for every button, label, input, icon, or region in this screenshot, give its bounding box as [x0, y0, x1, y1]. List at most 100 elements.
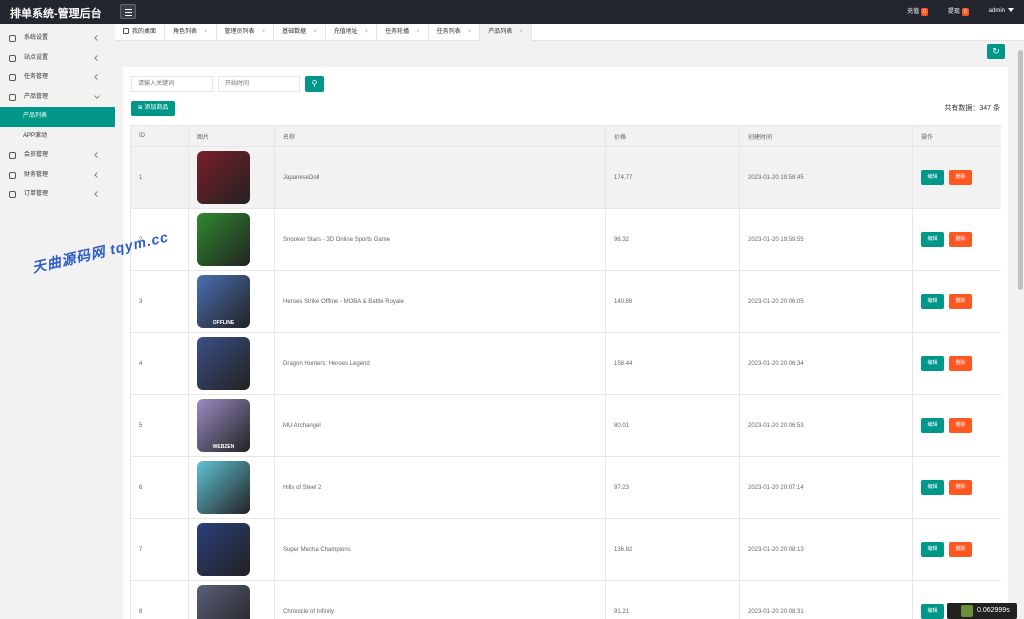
cell-actions: 编辑删除: [912, 456, 1001, 519]
add-product-button[interactable]: ⊕ 添加商品: [131, 101, 175, 116]
edit-button[interactable]: 编辑: [921, 604, 944, 619]
cell-image: OFFLINE: [188, 270, 275, 333]
sidebar-item-label: 订单管理: [24, 191, 49, 197]
delete-button[interactable]: 删除: [949, 480, 972, 495]
close-icon[interactable]: ×: [365, 29, 369, 35]
delete-button[interactable]: 删除: [949, 418, 972, 433]
keyword-input[interactable]: [131, 76, 213, 92]
cell-image: [188, 146, 275, 209]
sidebar: 系统设置 站点设置 任务管理 产品管理 产品列表 APP滚动 会员管理 财务管理…: [0, 24, 115, 619]
close-icon[interactable]: ×: [468, 29, 472, 35]
table-row: 2 Snooker Stars - 3D Online Sports Game 96…: [130, 208, 1001, 271]
edit-button[interactable]: 编辑: [921, 542, 944, 557]
search-button[interactable]: ⚲: [305, 76, 324, 92]
sidebar-item-product[interactable]: 产品管理: [0, 88, 115, 108]
top-bar: 排单系统-管理后台 充值 0 提现 0 admin: [0, 0, 1024, 24]
menu-toggle-button[interactable]: [120, 4, 136, 19]
product-thumbnail: [197, 461, 250, 514]
cell-name: Hills of Steel 2: [274, 456, 606, 519]
edit-button[interactable]: 编辑: [921, 418, 944, 433]
withdraw-link[interactable]: 提现 0: [948, 6, 969, 16]
app-title: 排单系统-管理后台: [10, 8, 102, 20]
cell-image: [188, 456, 275, 519]
delete-button[interactable]: 删除: [949, 294, 972, 309]
sidebar-item-site[interactable]: 站点设置: [0, 49, 115, 69]
sidebar-sub-product-list[interactable]: 产品列表: [0, 107, 115, 127]
recharge-label: 充值: [907, 9, 920, 15]
cell-created: 2023-01-20 19:59:55: [739, 208, 913, 271]
delete-button[interactable]: 删除: [949, 170, 972, 185]
cell-image: [188, 518, 275, 581]
table-header-row: ID 图片 名称 价格 创建时间 操作: [130, 125, 1001, 147]
table-row: 1 JapaneseDoll 174.77 2023-01-20 19:58:45 编辑…: [130, 146, 1001, 209]
cell-id: 3: [130, 270, 189, 333]
cell-price: 97.23: [605, 456, 740, 519]
table-row: 5 WEBZEN MU Archangel 80.01 2023-01-20 20:06…: [130, 394, 1001, 457]
finance-icon: [9, 171, 16, 179]
search-icon: ⚲: [311, 79, 318, 88]
tab-label: 管理员列表: [224, 29, 255, 35]
close-icon[interactable]: ×: [313, 29, 317, 35]
product-thumbnail: [197, 585, 250, 619]
tab-bar: 我的桌面 角色列表 × 管理员列表 × 基础数据 × 充值地址 × 任务轮播 × 任务列表…: [115, 24, 1024, 41]
chevron-left-icon: [94, 74, 100, 80]
tab-label: 角色列表: [173, 29, 198, 35]
sidebar-item-order[interactable]: 订单管理: [0, 185, 115, 205]
close-icon[interactable]: ×: [519, 29, 523, 35]
tab-desktop[interactable]: 我的桌面: [115, 24, 166, 41]
cell-created: 2023-01-20 20:08:31: [739, 580, 913, 619]
sidebar-item-system[interactable]: 系统设置: [0, 29, 115, 49]
site-icon: [9, 54, 16, 62]
cell-price: 140.86: [605, 270, 740, 333]
tab-label: 产品列表: [488, 29, 513, 35]
tab-admin-list[interactable]: 管理员列表 ×: [217, 24, 275, 41]
sidebar-item-label: 站点设置: [24, 54, 49, 61]
refresh-icon: ↻: [992, 46, 1000, 56]
table-row: 7 Super Mecha Champions 136.82 2023-01-20 2…: [130, 518, 1001, 581]
close-icon[interactable]: ×: [204, 29, 208, 35]
close-icon[interactable]: ×: [262, 29, 266, 35]
cell-price: 80.01: [605, 394, 740, 457]
cell-id: 7: [130, 518, 189, 581]
close-icon[interactable]: ×: [416, 29, 420, 35]
scrollbar-thumb[interactable]: [1018, 50, 1023, 290]
start-time-input[interactable]: [218, 76, 300, 92]
sidebar-sub-app-scroll[interactable]: APP滚动: [0, 127, 115, 147]
chevron-left-icon: [94, 191, 100, 197]
cell-id: 1: [130, 146, 189, 209]
edit-button[interactable]: 编辑: [921, 356, 944, 371]
edit-button[interactable]: 编辑: [921, 170, 944, 185]
sidebar-item-member[interactable]: 会员管理: [0, 146, 115, 166]
product-table: ID 图片 名称 价格 创建时间 操作 1 JapaneseDoll 174.77 2…: [130, 125, 1001, 619]
tab-task-list[interactable]: 任务列表 ×: [429, 24, 481, 41]
tab-task-carousel[interactable]: 任务轮播 ×: [377, 24, 429, 41]
tab-recharge-address[interactable]: 充值地址 ×: [326, 24, 378, 41]
user-icon: [9, 152, 16, 159]
delete-button[interactable]: 删除: [949, 232, 972, 247]
cell-actions: 编辑删除: [912, 518, 1001, 581]
chevron-left-icon: [94, 152, 100, 158]
tab-label: 我的桌面: [132, 29, 157, 35]
edit-button[interactable]: 编辑: [921, 294, 944, 309]
cell-created: 2023-01-20 20:06:05: [739, 270, 913, 333]
delete-button[interactable]: 删除: [949, 356, 972, 371]
thumb-label: OFFLINE: [212, 320, 235, 326]
tab-role-list[interactable]: 角色列表 ×: [165, 24, 217, 41]
edit-button[interactable]: 编辑: [921, 480, 944, 495]
sidebar-item-task[interactable]: 任务管理: [0, 68, 115, 88]
table-row: 8 Chronicle of Infinity 91.21 2023-01-20 20…: [130, 580, 1001, 619]
user-menu[interactable]: admin: [989, 8, 1014, 14]
tab-label: 任务轮播: [385, 29, 410, 35]
tab-basic-data[interactable]: 基础数据 ×: [274, 24, 326, 41]
product-thumbnail: [197, 213, 250, 266]
task-icon: [9, 74, 16, 81]
delete-button[interactable]: 删除: [949, 542, 972, 557]
sidebar-item-finance[interactable]: 财务管理: [0, 166, 115, 186]
refresh-button[interactable]: ↻: [987, 44, 1005, 59]
edit-button[interactable]: 编辑: [921, 232, 944, 247]
page-scrollbar[interactable]: [1017, 44, 1024, 619]
tab-product-list[interactable]: 产品列表 ×: [480, 24, 532, 41]
add-product-label: 添加商品: [144, 105, 169, 111]
recharge-link[interactable]: 充值 0: [907, 6, 928, 16]
product-thumbnail: [197, 523, 250, 576]
